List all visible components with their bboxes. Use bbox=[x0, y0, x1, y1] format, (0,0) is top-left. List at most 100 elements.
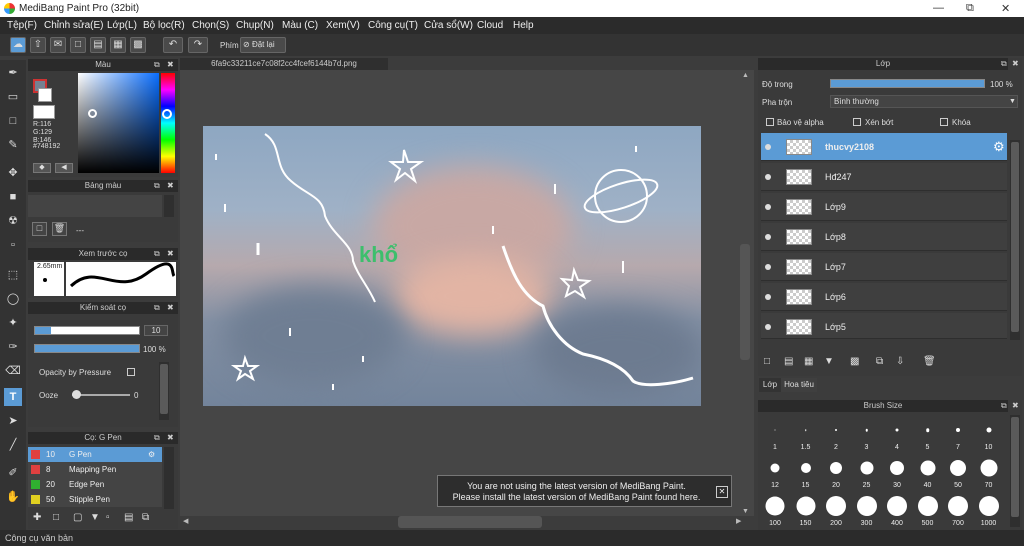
panel-close-icon[interactable]: ✖ bbox=[1012, 59, 1019, 68]
brush-size-cell[interactable]: 400 bbox=[882, 492, 912, 528]
panel-popout-icon[interactable]: ⧉ bbox=[154, 60, 160, 70]
brush-size-cell[interactable]: 100 bbox=[760, 492, 790, 528]
lock-checkbox[interactable] bbox=[940, 118, 948, 126]
menu-edit[interactable]: Chỉnh sửa(E) bbox=[44, 20, 104, 31]
tab-layer[interactable]: Lớp bbox=[759, 378, 781, 392]
layer-item[interactable]: Lớp8 bbox=[761, 223, 1007, 251]
add-color-icon[interactable]: ◆ bbox=[33, 163, 51, 173]
duplicate-layer-icon[interactable]: ⧉ bbox=[876, 356, 883, 367]
menu-select[interactable]: Chọn(S) bbox=[192, 20, 229, 31]
dot-tool-icon[interactable]: ✎ bbox=[4, 136, 22, 154]
copy-brush-icon[interactable]: ⧉ bbox=[142, 512, 149, 523]
palette-area[interactable] bbox=[28, 195, 162, 217]
brush-size-cell[interactable]: 7 bbox=[943, 416, 973, 452]
select-eraser-tool-icon[interactable]: ⌫ bbox=[4, 362, 22, 380]
layer-list-scrollbar[interactable] bbox=[1010, 140, 1020, 340]
layer-item[interactable]: Hđ247 bbox=[761, 163, 1007, 191]
scroll-left-arrow-icon[interactable]: ◀ bbox=[183, 517, 188, 525]
scroll-down-arrow-icon[interactable]: ▼ bbox=[742, 508, 749, 515]
notice-line-2[interactable]: Please install the latest version of Med… bbox=[438, 492, 715, 503]
brush-control-scroll-thumb[interactable] bbox=[160, 364, 168, 414]
delete-palette-icon[interactable]: 🗑 bbox=[52, 222, 67, 236]
brush-size-scroll-thumb[interactable] bbox=[1011, 417, 1019, 517]
layer-item[interactable]: Lớp9 bbox=[761, 193, 1007, 221]
layer-folder-icon[interactable]: ▩ bbox=[850, 356, 859, 367]
gear-icon[interactable]: ⚙ bbox=[993, 139, 1005, 155]
brush-size-cell[interactable]: 4 bbox=[882, 416, 912, 452]
secondary-color-swatch[interactable] bbox=[38, 88, 52, 102]
move-tool-icon[interactable]: ✥ bbox=[4, 164, 22, 182]
brush-size-cell[interactable]: 1 bbox=[760, 416, 790, 452]
visibility-icon[interactable] bbox=[765, 144, 771, 150]
brush-size-value[interactable]: 10 bbox=[144, 325, 168, 336]
brush-size-cell[interactable]: 3 bbox=[852, 416, 882, 452]
brush-tool-icon[interactable]: ✒ bbox=[4, 64, 22, 82]
brush-size-cell[interactable]: 30 bbox=[882, 454, 912, 490]
panel-popout-icon[interactable]: ⧉ bbox=[154, 303, 160, 313]
brush-size-cell[interactable]: 150 bbox=[791, 492, 821, 528]
protect-alpha-checkbox[interactable] bbox=[766, 118, 774, 126]
panel-close-icon[interactable]: ✖ bbox=[167, 249, 174, 258]
brush-size-cell[interactable]: 25 bbox=[852, 454, 882, 490]
menu-capture[interactable]: Chụp(N) bbox=[236, 20, 274, 31]
grid-icon[interactable]: ▩ bbox=[130, 37, 146, 53]
panel-popout-icon[interactable]: ⧉ bbox=[154, 433, 160, 443]
select-tool-icon[interactable]: ⬚ bbox=[4, 266, 22, 284]
brush-item-mapping-pen[interactable]: 8 Mapping Pen bbox=[28, 462, 162, 477]
panel-close-icon[interactable]: ✖ bbox=[1012, 401, 1019, 410]
tab-navigator[interactable]: Hoa tiêu bbox=[781, 378, 817, 392]
clipping-checkbox[interactable] bbox=[853, 118, 861, 126]
panel-popout-icon[interactable]: ⧉ bbox=[154, 181, 160, 191]
menu-cloud[interactable]: Cloud bbox=[477, 20, 503, 31]
menu-view[interactable]: Xem(V) bbox=[326, 20, 360, 31]
cloud-icon[interactable]: ☁ bbox=[10, 37, 26, 53]
brush-edit-icon[interactable]: ▫ bbox=[106, 512, 110, 523]
bucket-tool-icon[interactable]: ☢ bbox=[4, 212, 22, 230]
layer-item[interactable]: Lớp6 bbox=[761, 283, 1007, 311]
brush-settings-icon[interactable]: ⚙ bbox=[148, 447, 155, 462]
maximize-button[interactable]: ⧉ bbox=[966, 2, 974, 15]
new-layer-icon[interactable]: □ bbox=[764, 356, 770, 367]
brush-size-slider[interactable] bbox=[34, 326, 140, 335]
reset-button[interactable]: ⊘ Đặt lại bbox=[240, 37, 286, 53]
folder-icon[interactable]: ▤ bbox=[124, 512, 133, 523]
comment-icon[interactable]: ✉ bbox=[50, 37, 66, 53]
visibility-icon[interactable] bbox=[765, 294, 771, 300]
brush-size-cell[interactable]: 5 bbox=[913, 416, 943, 452]
brush-size-cell[interactable]: 15 bbox=[791, 454, 821, 490]
panel-close-icon[interactable]: ✖ bbox=[167, 433, 174, 442]
file-icon[interactable]: □ bbox=[70, 37, 86, 53]
brush-size-cell[interactable]: 20 bbox=[821, 454, 851, 490]
add-brush-icon[interactable]: ✚ bbox=[33, 512, 41, 523]
rectangle-tool-icon[interactable]: □ bbox=[4, 112, 22, 130]
menu-color[interactable]: Màu (C) bbox=[282, 20, 318, 31]
new-8bit-layer-icon[interactable]: ▦ bbox=[804, 356, 813, 367]
panel-popout-icon[interactable]: ⧉ bbox=[1001, 59, 1007, 69]
menu-tools[interactable]: Công cụ(T) bbox=[368, 20, 418, 31]
close-button[interactable]: ✕ bbox=[1001, 2, 1010, 15]
brush-size-cell[interactable]: 500 bbox=[913, 492, 943, 528]
select-pen-tool-icon[interactable]: ✑ bbox=[4, 338, 22, 356]
swap-color-icon[interactable]: ◀ bbox=[55, 163, 73, 173]
brush-item-stipple-pen[interactable]: 50 Stipple Pen bbox=[28, 492, 162, 507]
layer-item[interactable]: Lớp5 bbox=[761, 313, 1007, 339]
notice-close-icon[interactable]: ✕ bbox=[716, 486, 728, 498]
visibility-icon[interactable] bbox=[765, 234, 771, 240]
new-halftone-layer-icon[interactable]: ▤ bbox=[784, 356, 793, 367]
color-picker-cursor[interactable] bbox=[88, 109, 97, 118]
brush-list-scrollbar[interactable] bbox=[164, 447, 174, 509]
gradient-tool-icon[interactable]: ▫ bbox=[4, 236, 22, 254]
visibility-icon[interactable] bbox=[765, 174, 771, 180]
page-icon[interactable]: ▤ bbox=[90, 37, 106, 53]
new-brush-icon[interactable]: □ bbox=[53, 512, 59, 523]
eyedropper-tool-icon[interactable]: ✐ bbox=[4, 464, 22, 482]
transparent-color-swatch[interactable] bbox=[33, 105, 55, 119]
brush-size-cell[interactable]: 700 bbox=[943, 492, 973, 528]
scroll-up-arrow-icon[interactable]: ▲ bbox=[742, 72, 749, 79]
brush-size-cell[interactable]: 70 bbox=[974, 454, 1004, 490]
brush-size-cell[interactable]: 10 bbox=[974, 416, 1004, 452]
canvas-vertical-scroll-thumb[interactable] bbox=[740, 244, 750, 360]
layer-opacity-slider[interactable] bbox=[830, 79, 985, 88]
layer-item[interactable]: Lớp7 bbox=[761, 253, 1007, 281]
layer-item[interactable]: thucvy2108 ⚙ bbox=[761, 133, 1007, 161]
